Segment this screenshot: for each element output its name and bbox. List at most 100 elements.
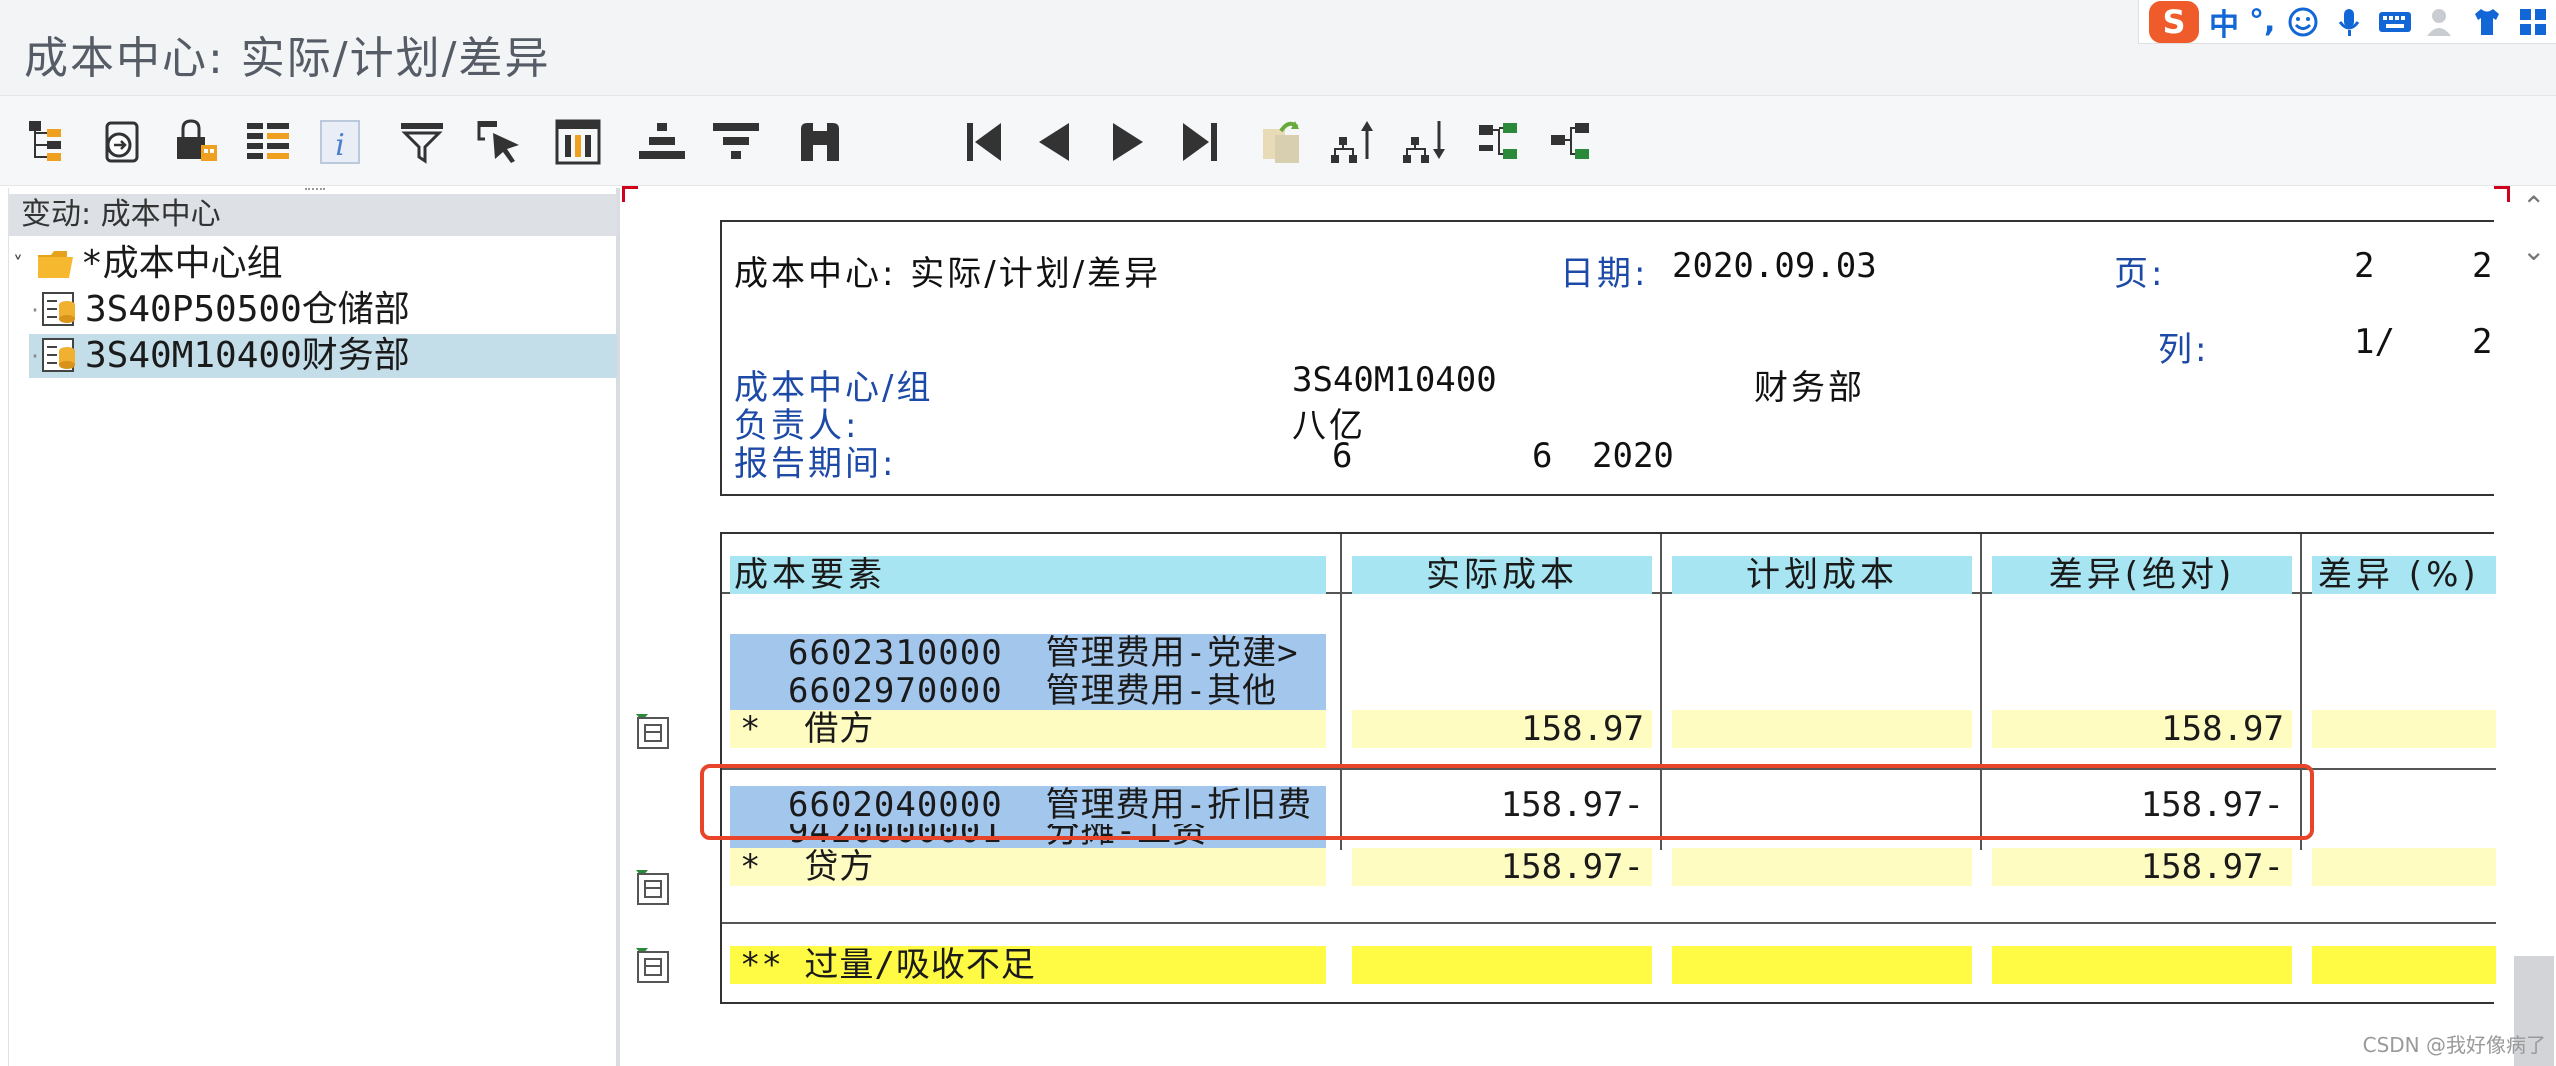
- tree-root-label: *成本中心组: [81, 243, 283, 284]
- column-header[interactable]: 差异 (%): [2312, 556, 2496, 594]
- debit-variance-pct: [2312, 710, 2496, 748]
- ime-punctuation-toggle[interactable]: °,: [2249, 4, 2275, 39]
- plan-cost-cell: [1672, 634, 1972, 672]
- page-current: 2: [2354, 246, 2375, 286]
- emoji-icon[interactable]: [2285, 4, 2321, 40]
- total-actual: [1352, 946, 1652, 984]
- actual-cost-cell: [1352, 634, 1652, 672]
- highlight-annotation: [700, 764, 2314, 840]
- tree-structure-icon[interactable]: [22, 114, 78, 170]
- column-header[interactable]: 计划成本: [1672, 556, 1972, 594]
- cost-element-row[interactable]: 6602310000 管理费用-党建>: [730, 634, 1326, 672]
- cost-center-icon: [42, 292, 75, 326]
- lock-icon[interactable]: [168, 114, 224, 170]
- export-icon[interactable]: [96, 114, 152, 170]
- hierarchy-up-icon[interactable]: [1326, 114, 1382, 170]
- page-label: 页:: [2114, 254, 2166, 294]
- column-current: 1/: [2354, 322, 2395, 362]
- filter-icon[interactable]: [394, 114, 450, 170]
- list-layout-icon[interactable]: [240, 114, 296, 170]
- tree-item-label: 3S40P50500仓储部: [85, 289, 410, 330]
- chevron-down-icon[interactable]: ˅: [13, 242, 37, 286]
- debit-variance-abs: 158.97: [1992, 710, 2292, 748]
- skin-shirt-icon[interactable]: [2469, 4, 2505, 40]
- splitter-handle[interactable]: [305, 188, 325, 196]
- column-header[interactable]: 成本要素: [730, 556, 1326, 594]
- total-variance-abs: [1992, 946, 2292, 984]
- tree-node-item[interactable]: · 3S40P50500仓储部: [29, 288, 617, 332]
- date-value: 2020.09.03: [1672, 246, 1877, 286]
- tree-header: 变动: 成本中心: [9, 188, 617, 236]
- debit-actual: 158.97: [1352, 710, 1652, 748]
- next-page-icon[interactable]: [1100, 114, 1156, 170]
- column-label: 列:: [2158, 330, 2210, 370]
- report-corner-marker: [622, 186, 638, 202]
- column-header[interactable]: 实际成本: [1352, 556, 1652, 594]
- expand-row-icon[interactable]: [634, 868, 672, 906]
- tree-item-label: 3S40M10400财务部: [85, 335, 410, 376]
- variance-pct-cell: [2312, 786, 2496, 824]
- scroll-up-icon[interactable]: ⌃: [2522, 190, 2545, 223]
- table-layout-icon[interactable]: [550, 114, 606, 170]
- report-title: 成本中心: 实际/计划/差异: [734, 254, 1162, 294]
- watermark: CSDN @我好像病了: [2362, 1033, 2546, 1057]
- date-label: 日期:: [1560, 254, 1649, 294]
- expand-row-icon[interactable]: [634, 946, 672, 984]
- page-total: 2: [2472, 246, 2493, 286]
- cost-center-icon: [42, 338, 75, 372]
- last-page-icon[interactable]: [1172, 114, 1228, 170]
- copy-icon[interactable]: [1254, 114, 1310, 170]
- credit-variance-abs: 158.97-: [1992, 848, 2292, 886]
- sort-descending-icon[interactable]: [708, 114, 764, 170]
- tree-panel: 变动: 成本中心 ˅ *成本中心组 · 3S40P50500仓储部 · 3S40…: [8, 188, 620, 1066]
- column-header[interactable]: 差异(绝对): [1992, 556, 2292, 594]
- variance-abs-cell: [1992, 634, 2292, 672]
- binoculars-icon[interactable]: [792, 114, 848, 170]
- window-title: 成本中心: 实际/计划/差异: [24, 33, 551, 84]
- column-total: 2: [2472, 322, 2493, 362]
- select-cursor-icon[interactable]: [474, 114, 530, 170]
- expand-row-icon[interactable]: [634, 712, 672, 750]
- hierarchy-down-icon[interactable]: [1398, 114, 1454, 170]
- period-from: 6: [1332, 436, 1353, 476]
- total-variance-pct: [2312, 946, 2496, 984]
- credit-actual: 158.97-: [1352, 848, 1652, 886]
- ime-logo[interactable]: S: [2149, 0, 2199, 43]
- info-icon[interactable]: i: [312, 114, 368, 170]
- folder-open-icon: [38, 251, 73, 278]
- cost-element-row[interactable]: 6602970000 管理费用-其他: [730, 672, 1326, 710]
- period-year: 2020: [1592, 436, 1674, 476]
- vertical-scrollbar[interactable]: ⌃ ⌄: [2512, 186, 2556, 1066]
- credit-variance-pct: [2312, 848, 2496, 886]
- collapse-tree-icon[interactable]: [1544, 114, 1600, 170]
- report-corner-marker: [2494, 186, 2510, 202]
- sort-ascending-icon[interactable]: [634, 114, 690, 170]
- report-header: 成本中心: 实际/计划/差异 日期: 2020.09.03 页: 2 2 列: …: [720, 220, 2494, 496]
- debit-subtotal-label: * 借方: [730, 710, 1326, 748]
- tree-node-item-selected[interactable]: · 3S40M10400财务部: [29, 334, 617, 378]
- expand-tree-icon[interactable]: [1472, 114, 1528, 170]
- row-divider: [722, 922, 2496, 924]
- credit-subtotal-label: * 贷方: [730, 848, 1326, 886]
- total-plan: [1672, 946, 1972, 984]
- owner-value: 八亿: [1292, 406, 1366, 446]
- scroll-down-icon[interactable]: ⌄: [2522, 234, 2545, 267]
- credit-plan: [1672, 848, 1972, 886]
- period-label: 报告期间:: [734, 444, 897, 484]
- toolbar: i 列: [0, 96, 2556, 262]
- ime-language-toggle[interactable]: 中: [2209, 0, 2239, 44]
- period-to: 6: [1532, 436, 1553, 476]
- grid-menu-icon[interactable]: [2515, 4, 2551, 40]
- tree-node-root[interactable]: ˅ *成本中心组: [13, 242, 283, 286]
- previous-page-icon[interactable]: [1026, 114, 1082, 170]
- cost-center-group-code: 3S40M10400: [1292, 360, 1497, 400]
- microphone-icon[interactable]: [2331, 4, 2367, 40]
- first-page-icon[interactable]: [956, 114, 1012, 170]
- tree-header-label: 变动: 成本中心: [21, 197, 221, 232]
- cost-center-group-name: 财务部: [1754, 368, 1865, 408]
- keyboard-icon[interactable]: [2377, 4, 2413, 40]
- svg-text:i: i: [335, 128, 345, 163]
- ime-toolbar[interactable]: S 中 °,: [2138, 0, 2556, 44]
- user-icon[interactable]: [2423, 4, 2459, 40]
- debit-plan: [1672, 710, 1972, 748]
